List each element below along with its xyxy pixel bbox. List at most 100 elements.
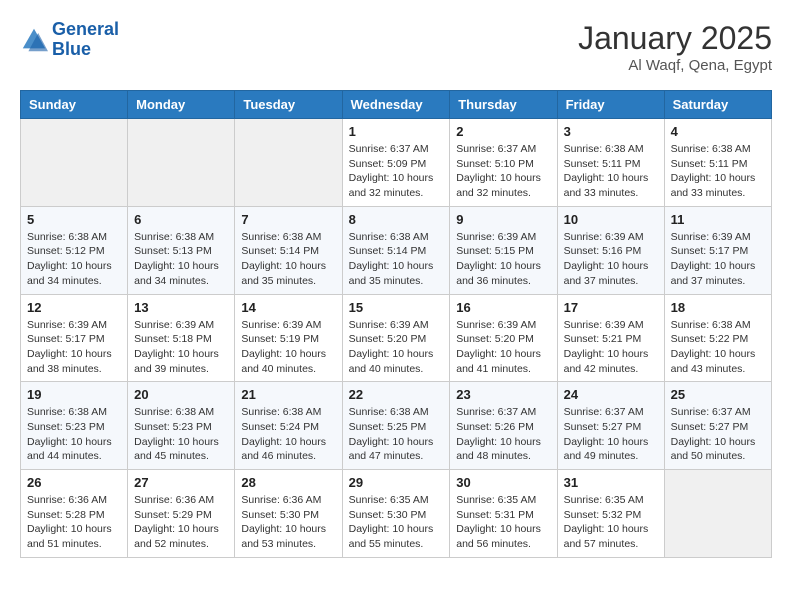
calendar-cell: 22 Sunrise: 6:38 AM Sunset: 5:25 PM Dayli… (342, 382, 450, 470)
calendar-week-row: 1 Sunrise: 6:37 AM Sunset: 5:09 PM Daylig… (21, 119, 772, 207)
weekday-header-monday: Monday (128, 91, 235, 119)
page-header: General Blue January 2025 Al Waqf, Qena,… (20, 20, 772, 74)
day-number: 21 (241, 387, 335, 402)
calendar-cell: 27 Sunrise: 6:36 AM Sunset: 5:29 PM Dayli… (128, 470, 235, 558)
day-number: 12 (27, 300, 121, 315)
day-number: 16 (456, 300, 550, 315)
calendar-cell: 7 Sunrise: 6:38 AM Sunset: 5:14 PM Daylig… (235, 206, 342, 294)
calendar-cell: 24 Sunrise: 6:37 AM Sunset: 5:27 PM Dayli… (557, 382, 664, 470)
day-info: Sunrise: 6:37 AM Sunset: 5:27 PM Dayligh… (671, 405, 765, 464)
weekday-header-saturday: Saturday (664, 91, 771, 119)
day-info: Sunrise: 6:35 AM Sunset: 5:32 PM Dayligh… (564, 493, 658, 552)
day-info: Sunrise: 6:38 AM Sunset: 5:24 PM Dayligh… (241, 405, 335, 464)
weekday-header-friday: Friday (557, 91, 664, 119)
day-number: 19 (27, 387, 121, 402)
calendar-week-row: 5 Sunrise: 6:38 AM Sunset: 5:12 PM Daylig… (21, 206, 772, 294)
day-number: 20 (134, 387, 228, 402)
calendar-cell: 1 Sunrise: 6:37 AM Sunset: 5:09 PM Daylig… (342, 119, 450, 207)
day-number: 18 (671, 300, 765, 315)
weekday-header-wednesday: Wednesday (342, 91, 450, 119)
day-number: 17 (564, 300, 658, 315)
day-number: 8 (349, 212, 444, 227)
day-number: 14 (241, 300, 335, 315)
day-number: 30 (456, 475, 550, 490)
day-info: Sunrise: 6:38 AM Sunset: 5:22 PM Dayligh… (671, 318, 765, 377)
day-info: Sunrise: 6:36 AM Sunset: 5:30 PM Dayligh… (241, 493, 335, 552)
calendar-cell: 20Sunrise: 6:38 AM Sunset: 5:23 PM Dayli… (128, 382, 235, 470)
day-number: 10 (564, 212, 658, 227)
calendar-cell (21, 119, 128, 207)
day-number: 26 (27, 475, 121, 490)
day-info: Sunrise: 6:38 AM Sunset: 5:14 PM Dayligh… (349, 230, 444, 289)
day-info: Sunrise: 6:38 AM Sunset: 5:11 PM Dayligh… (564, 142, 658, 201)
day-number: 23 (456, 387, 550, 402)
day-info: Sunrise: 6:39 AM Sunset: 5:18 PM Dayligh… (134, 318, 228, 377)
day-info: Sunrise: 6:38 AM Sunset: 5:12 PM Dayligh… (27, 230, 121, 289)
day-info: Sunrise: 6:35 AM Sunset: 5:31 PM Dayligh… (456, 493, 550, 552)
day-number: 9 (456, 212, 550, 227)
calendar-cell (128, 119, 235, 207)
day-number: 28 (241, 475, 335, 490)
day-info: Sunrise: 6:36 AM Sunset: 5:29 PM Dayligh… (134, 493, 228, 552)
calendar-cell: 30 Sunrise: 6:35 AM Sunset: 5:31 PM Dayli… (450, 470, 557, 558)
day-number: 25 (671, 387, 765, 402)
calendar-cell: 17 Sunrise: 6:39 AM Sunset: 5:21 PM Dayli… (557, 294, 664, 382)
day-number: 31 (564, 475, 658, 490)
day-number: 7 (241, 212, 335, 227)
logo-text: General Blue (52, 20, 119, 60)
day-number: 11 (671, 212, 765, 227)
day-number: 2 (456, 124, 550, 139)
calendar-week-row: 19 Sunrise: 6:38 AM Sunset: 5:23 PM Dayli… (21, 382, 772, 470)
day-info: Sunrise: 6:39 AM Sunset: 5:21 PM Dayligh… (564, 318, 658, 377)
weekday-header-tuesday: Tuesday (235, 91, 342, 119)
calendar-cell: 8 Sunrise: 6:38 AM Sunset: 5:14 PM Daylig… (342, 206, 450, 294)
day-info: Sunrise: 6:35 AM Sunset: 5:30 PM Dayligh… (349, 493, 444, 552)
day-number: 24 (564, 387, 658, 402)
day-number: 4 (671, 124, 765, 139)
logo-icon (20, 26, 48, 54)
day-number: 15 (349, 300, 444, 315)
calendar-cell: 10 Sunrise: 6:39 AM Sunset: 5:16 PM Dayli… (557, 206, 664, 294)
day-number: 22 (349, 387, 444, 402)
calendar-cell: 29Sunrise: 6:35 AM Sunset: 5:30 PM Dayli… (342, 470, 450, 558)
weekday-header-thursday: Thursday (450, 91, 557, 119)
calendar-cell: 21 Sunrise: 6:38 AM Sunset: 5:24 PM Dayli… (235, 382, 342, 470)
calendar-cell: 26 Sunrise: 6:36 AM Sunset: 5:28 PM Dayli… (21, 470, 128, 558)
calendar-cell: 23 Sunrise: 6:37 AM Sunset: 5:26 PM Dayli… (450, 382, 557, 470)
day-info: Sunrise: 6:37 AM Sunset: 5:26 PM Dayligh… (456, 405, 550, 464)
day-number: 1 (349, 124, 444, 139)
day-info: Sunrise: 6:38 AM Sunset: 5:13 PM Dayligh… (134, 230, 228, 289)
day-info: Sunrise: 6:37 AM Sunset: 5:27 PM Dayligh… (564, 405, 658, 464)
day-info: Sunrise: 6:39 AM Sunset: 5:19 PM Dayligh… (241, 318, 335, 377)
calendar-cell (664, 470, 771, 558)
day-info: Sunrise: 6:39 AM Sunset: 5:16 PM Dayligh… (564, 230, 658, 289)
title-block: January 2025 Al Waqf, Qena, Egypt (578, 20, 772, 74)
calendar-cell: 14 Sunrise: 6:39 AM Sunset: 5:19 PM Dayli… (235, 294, 342, 382)
weekday-header-row: SundayMondayTuesdayWednesdayThursdayFrid… (21, 91, 772, 119)
day-info: Sunrise: 6:38 AM Sunset: 5:14 PM Dayligh… (241, 230, 335, 289)
calendar-cell: 3Sunrise: 6:38 AM Sunset: 5:11 PM Daylig… (557, 119, 664, 207)
day-info: Sunrise: 6:39 AM Sunset: 5:17 PM Dayligh… (27, 318, 121, 377)
calendar-cell: 13Sunrise: 6:39 AM Sunset: 5:18 PM Dayli… (128, 294, 235, 382)
calendar-table: SundayMondayTuesdayWednesdayThursdayFrid… (20, 90, 772, 558)
location: Al Waqf, Qena, Egypt (578, 57, 772, 74)
day-info: Sunrise: 6:39 AM Sunset: 5:20 PM Dayligh… (456, 318, 550, 377)
calendar-cell: 25 Sunrise: 6:37 AM Sunset: 5:27 PM Dayli… (664, 382, 771, 470)
day-info: Sunrise: 6:38 AM Sunset: 5:23 PM Dayligh… (27, 405, 121, 464)
calendar-week-row: 12 Sunrise: 6:39 AM Sunset: 5:17 PM Dayli… (21, 294, 772, 382)
day-info: Sunrise: 6:36 AM Sunset: 5:28 PM Dayligh… (27, 493, 121, 552)
calendar-cell (235, 119, 342, 207)
day-number: 5 (27, 212, 121, 227)
day-info: Sunrise: 6:38 AM Sunset: 5:11 PM Dayligh… (671, 142, 765, 201)
day-number: 6 (134, 212, 228, 227)
logo: General Blue (20, 20, 119, 60)
calendar-cell: 31 Sunrise: 6:35 AM Sunset: 5:32 PM Dayli… (557, 470, 664, 558)
calendar-cell: 18 Sunrise: 6:38 AM Sunset: 5:22 PM Dayli… (664, 294, 771, 382)
weekday-header-sunday: Sunday (21, 91, 128, 119)
day-info: Sunrise: 6:37 AM Sunset: 5:09 PM Dayligh… (349, 142, 444, 201)
calendar-cell: 2Sunrise: 6:37 AM Sunset: 5:10 PM Daylig… (450, 119, 557, 207)
calendar-cell: 9Sunrise: 6:39 AM Sunset: 5:15 PM Daylig… (450, 206, 557, 294)
day-info: Sunrise: 6:38 AM Sunset: 5:25 PM Dayligh… (349, 405, 444, 464)
day-number: 27 (134, 475, 228, 490)
calendar-cell: 4 Sunrise: 6:38 AM Sunset: 5:11 PM Daylig… (664, 119, 771, 207)
